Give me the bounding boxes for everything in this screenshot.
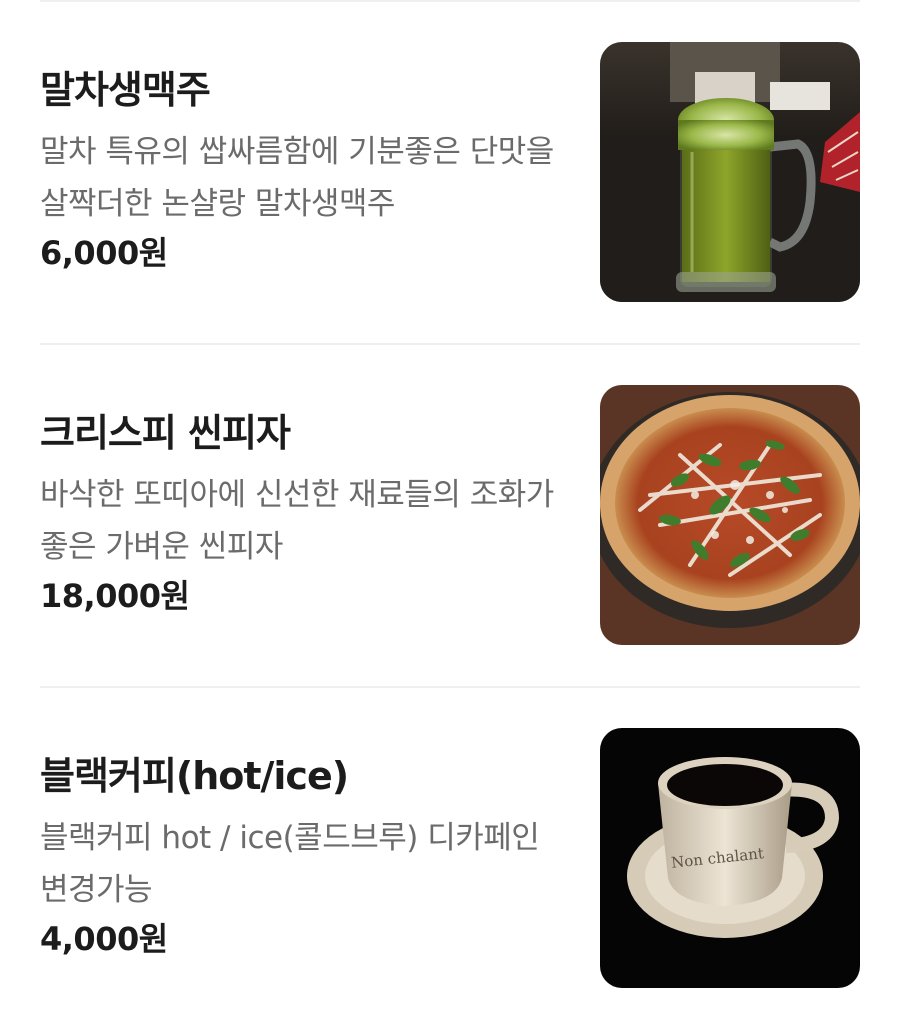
thin-pizza-image [600, 385, 860, 645]
menu-item-name: 말차생맥주 [40, 68, 211, 112]
matcha-beer-image [600, 42, 860, 302]
menu-item-price: 4,000원 [40, 920, 168, 958]
menu-item-info: 블랙커피(hot/ice) 블랙커피 hot / ice(콜드브루) 디카페인 … [40, 752, 560, 962]
menu-item-info: 크리스피 씬피자 바삭한 또띠아에 신선한 재료들의 조화가 좋은 가벼운 씬피… [40, 409, 560, 619]
menu-item-price: 18,000원 [40, 577, 190, 615]
menu-item-thin-pizza[interactable]: 크리스피 씬피자 바삭한 또띠아에 신선한 재료들의 조화가 좋은 가벼운 씬피… [40, 343, 860, 685]
menu-item-info: 말차생맥주 말차 특유의 쌉싸름함에 기분좋은 단맛을 살짝더한 논샬랑 말차생… [40, 66, 560, 276]
thin-pizza-photo[interactable] [600, 385, 860, 645]
matcha-beer-photo[interactable] [600, 42, 860, 302]
item-divider [40, 343, 860, 345]
menu-item-name: 크리스피 씬피자 [40, 411, 291, 455]
menu-list: 말차생맥주 말차 특유의 쌉싸름함에 기분좋은 단맛을 살짝더한 논샬랑 말차생… [0, 0, 900, 1021]
menu-item-black-coffee[interactable]: 블랙커피(hot/ice) 블랙커피 hot / ice(콜드브루) 디카페인 … [40, 686, 860, 1028]
item-divider [40, 686, 860, 688]
menu-item-description: 블랙커피 hot / ice(콜드브루) 디카페인 변경가능 [40, 820, 540, 908]
menu-item-description: 바삭한 또띠아에 신선한 재료들의 조화가 좋은 가벼운 씬피자 [40, 477, 554, 565]
menu-item-name: 블랙커피(hot/ice) [40, 754, 349, 798]
menu-item-matcha-beer[interactable]: 말차생맥주 말차 특유의 쌉싸름함에 기분좋은 단맛을 살짝더한 논샬랑 말차생… [40, 0, 860, 342]
black-coffee-image: Non chalant [600, 728, 860, 988]
black-coffee-photo[interactable]: Non chalant [600, 728, 860, 988]
menu-item-price: 6,000원 [40, 234, 168, 272]
menu-item-description: 말차 특유의 쌉싸름함에 기분좋은 단맛을 살짝더한 논샬랑 말차생맥주 [40, 134, 554, 222]
